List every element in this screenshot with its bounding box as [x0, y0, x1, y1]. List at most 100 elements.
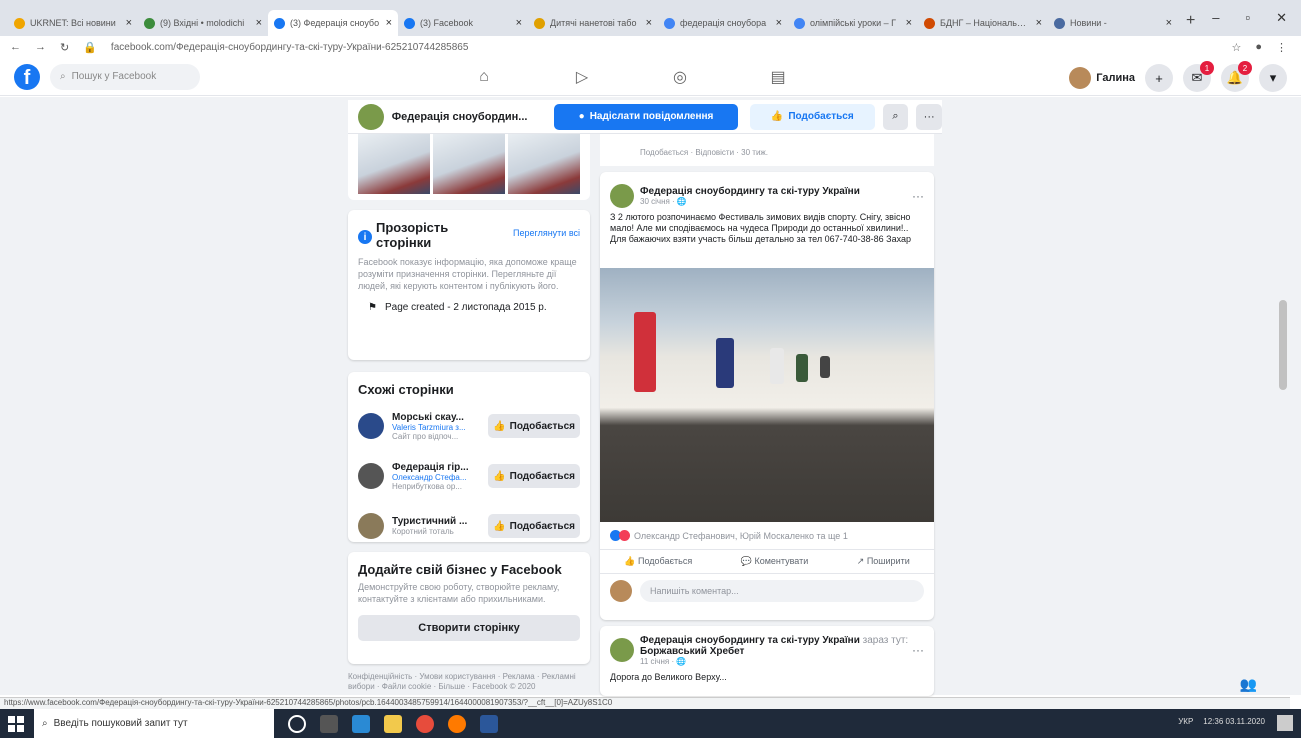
tab-3[interactable]: (3) Федерація сноубо × [268, 10, 398, 36]
page-name[interactable]: Федерація сноубордин... [392, 111, 540, 123]
flag-icon: ⚑ [368, 302, 377, 313]
share-action-button[interactable]: ↗ Поширити [857, 556, 910, 567]
new-chat-icon[interactable]: 👥 [1240, 676, 1257, 693]
post-location[interactable]: Боржавський Хребет [640, 646, 912, 657]
favicon-icon [1054, 17, 1065, 29]
facebook-logo[interactable]: f [14, 63, 40, 90]
action-center-icon[interactable] [1277, 715, 1293, 731]
url-field[interactable]: facebook.com/Федерація-сноубордингу-та-с… [111, 42, 911, 53]
tab-2[interactable]: (9) Вхідні • molodichi × [138, 10, 268, 36]
reload-icon[interactable]: ↻ [60, 41, 69, 54]
footer-links[interactable]: Конфіденційність · Умови користування · … [348, 672, 590, 692]
close-window-icon[interactable]: ✕ [1276, 10, 1287, 26]
bell-icon[interactable]: 🔔 2 [1221, 61, 1252, 92]
create-button[interactable]: + [1145, 64, 1173, 92]
pages-icon[interactable]: ▤ [764, 63, 792, 91]
previous-post-tail: Подобається · Відповісти · 30 тиж. [600, 134, 934, 166]
feed-post: Федерація сноубордингу та скі-туру Украї… [600, 172, 934, 620]
user-profile-link[interactable]: Галина [1069, 67, 1135, 89]
search-input[interactable]: ⌕ Пошук у Facebook [50, 63, 200, 90]
word-icon[interactable] [480, 714, 498, 733]
close-icon[interactable]: × [646, 17, 652, 29]
close-icon[interactable]: × [256, 17, 262, 29]
new-tab-button[interactable]: + [1178, 12, 1203, 36]
avatar [1069, 67, 1092, 89]
tab-8[interactable]: БДНГ – Національний × [918, 10, 1048, 36]
tab-7[interactable]: олімпійські уроки – Г × [788, 10, 918, 36]
messenger-badge: 1 [1200, 61, 1214, 75]
more-options-button[interactable]: ··· [916, 103, 943, 130]
forward-icon[interactable]: → [35, 41, 46, 53]
avatar[interactable] [358, 513, 384, 539]
tab-1[interactable]: UKRNET: Всі новини × [8, 10, 138, 36]
photo-thumbnail[interactable] [433, 134, 505, 194]
page-created-row: ⚑ Page created - 2 листопада 2015 р. [368, 302, 547, 313]
tab-9[interactable]: Новини - × [1048, 10, 1178, 36]
star-icon[interactable]: ☆ [1231, 41, 1241, 54]
minimize-icon[interactable]: – [1212, 10, 1219, 26]
like-button[interactable]: 👍 Подобається [488, 464, 580, 488]
post-more-icon[interactable]: ··· [912, 643, 924, 657]
file-explorer-icon[interactable] [384, 714, 402, 733]
cortana-icon[interactable] [288, 714, 306, 733]
feed-post: Федерація сноубордингу та скі-туру Украї… [600, 626, 934, 696]
reactions-row[interactable]: Олександр Стефанович, Юрій Москаленко та… [600, 522, 934, 550]
post-time[interactable]: 30 січня · 🌐 [640, 197, 912, 206]
close-icon[interactable]: × [1166, 17, 1172, 29]
taskbar-search-input[interactable]: ⌕ Введіть пошуковий запит тут [34, 709, 274, 738]
send-message-button[interactable]: ● Надіслати повідомлення [554, 103, 738, 130]
author-avatar[interactable] [610, 638, 634, 662]
post-time[interactable]: 11 січня · 🌐 [640, 657, 912, 666]
windows-start-icon[interactable] [8, 715, 24, 732]
like-action-button[interactable]: 👍 Подобається [624, 556, 692, 567]
like-button[interactable]: 👍 Подобається [488, 514, 580, 538]
close-icon[interactable]: × [1036, 17, 1042, 29]
task-view-icon[interactable] [320, 714, 338, 733]
tab-6[interactable]: федерація сноубора × [658, 10, 788, 36]
skier-figure [820, 356, 830, 378]
account-menu-icon[interactable]: ▾ [1259, 64, 1287, 92]
firefox-icon[interactable] [448, 714, 466, 733]
close-icon[interactable]: × [516, 17, 522, 29]
avatar [610, 580, 632, 602]
profile-icon[interactable]: ● [1255, 41, 1262, 54]
back-icon[interactable]: ← [10, 41, 21, 53]
clock[interactable]: 12:36 03.11.2020 [1203, 717, 1265, 726]
skier-figure [770, 348, 784, 384]
create-page-button[interactable]: Створити сторінку [358, 615, 580, 641]
page-search-button[interactable]: ⌕ [882, 103, 909, 130]
page-sticky-header: Федерація сноубордин... ● Надіслати повід… [348, 100, 943, 134]
photo-thumbnail[interactable] [358, 134, 430, 194]
maximize-icon[interactable]: ▫ [1245, 10, 1250, 26]
close-icon[interactable]: × [776, 17, 782, 29]
close-icon[interactable]: × [386, 17, 392, 29]
post-photo[interactable] [600, 268, 934, 522]
scrollbar[interactable] [1279, 300, 1287, 390]
post-author[interactable]: Федерація сноубордингу та скі-туру Украї… [640, 635, 860, 646]
chrome-icon[interactable] [416, 714, 434, 733]
messenger-icon[interactable]: ✉ 1 [1183, 61, 1214, 92]
menu-icon[interactable]: ⋮ [1276, 41, 1287, 54]
edge-icon[interactable] [352, 714, 370, 733]
close-icon[interactable]: × [906, 17, 912, 29]
watch-icon[interactable]: ▷ [568, 63, 596, 91]
home-icon[interactable]: ⌂ [470, 63, 498, 91]
thumbs-up-icon: 👍 [493, 420, 506, 432]
photo-thumbnail[interactable] [508, 134, 580, 194]
post-more-icon[interactable]: ··· [912, 189, 924, 203]
tab-4[interactable]: (3) Facebook × [398, 10, 528, 36]
close-icon[interactable]: × [126, 17, 132, 29]
comment-input[interactable]: Напишіть коментар... [640, 580, 924, 602]
post-author[interactable]: Федерація сноубордингу та скі-туру Украї… [640, 186, 912, 197]
avatar[interactable] [358, 413, 384, 439]
groups-icon[interactable]: ◎ [666, 63, 694, 91]
page-avatar[interactable] [358, 103, 384, 130]
tab-5[interactable]: Дитячі нанетові табо × [528, 10, 658, 36]
like-page-button[interactable]: 👍 Подобається [749, 103, 875, 130]
avatar[interactable] [358, 463, 384, 489]
author-avatar[interactable] [610, 184, 634, 208]
like-button[interactable]: 👍 Подобається [488, 414, 580, 438]
list-item: Федерація гір... Олександр Стефа... Неприб… [358, 455, 580, 497]
see-all-link[interactable]: Переглянути всі [513, 228, 580, 238]
comment-action-button[interactable]: 💬 Коментувати [741, 556, 809, 567]
